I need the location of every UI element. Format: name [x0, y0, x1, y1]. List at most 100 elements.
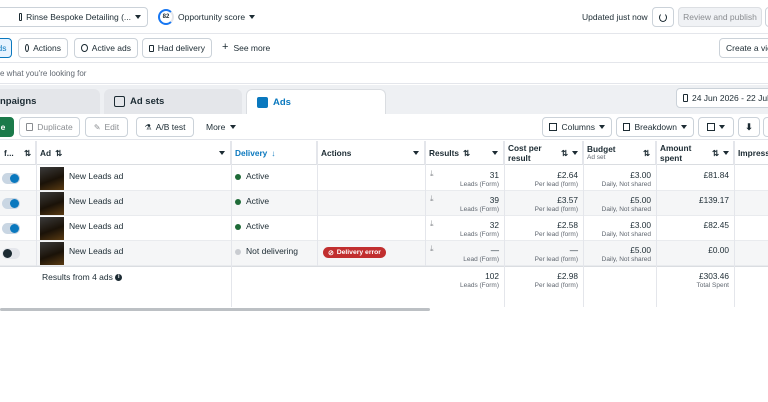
columns-icon	[549, 123, 558, 131]
ads-filter-chip[interactable]: ds	[0, 38, 12, 58]
tab-ad-sets-label: Ad sets	[130, 96, 165, 107]
ad-name[interactable]: New Leads ad	[69, 196, 123, 206]
download-icon[interactable]: ⤓	[430, 244, 434, 254]
delivery-toggle[interactable]	[2, 173, 20, 184]
delivery-toggle[interactable]	[2, 248, 20, 259]
header-off-on[interactable]: f... ⇅	[0, 141, 36, 165]
ab-test-button[interactable]: ⚗ A/B test	[136, 117, 194, 137]
create-view-button[interactable]: Create a vie	[719, 38, 768, 58]
search-placeholder[interactable]: e what you're looking for	[0, 69, 86, 78]
ad-sets-icon	[114, 96, 125, 107]
header-impressions[interactable]: Impressi	[734, 141, 768, 165]
ad-name[interactable]: New Leads ad	[69, 246, 123, 256]
review-publish-button[interactable]: Review and publish	[678, 7, 762, 27]
budget-cell: £3.00 Daily, Not shared	[583, 216, 656, 241]
chevron-down-icon[interactable]	[492, 151, 498, 155]
breakdown-button[interactable]: Breakdown	[616, 117, 694, 137]
horizontal-scrollbar[interactable]	[0, 308, 430, 311]
header-results[interactable]: Results ⇅	[425, 141, 504, 165]
updated-status: Updated just now	[582, 12, 648, 22]
chevron-down-icon[interactable]	[413, 151, 419, 155]
status-dot-icon	[235, 173, 241, 180]
header-ad[interactable]: Ad ⇅	[36, 141, 231, 165]
duplicate-button[interactable]: Duplicate	[19, 117, 80, 137]
account-selector[interactable]: Rinse Bespoke Detailing (...	[0, 7, 148, 27]
results-sub: Leads (Form)	[459, 231, 499, 238]
toggle-knob	[10, 174, 19, 183]
header-cost-per-result[interactable]: Cost per result ⇅	[504, 141, 583, 165]
header-actions[interactable]: Actions	[317, 141, 425, 165]
columns-button[interactable]: Columns	[542, 117, 612, 137]
table-row[interactable]: New Leads ad Active ⤓ 32 Leads (Form) £2…	[0, 216, 768, 241]
tab-ads[interactable]: Ads	[246, 89, 386, 114]
download-icon[interactable]: ⤓	[430, 194, 434, 204]
delivery-toggle[interactable]	[2, 198, 20, 209]
header-amount-label: Amount spent	[660, 142, 692, 163]
reports-button[interactable]	[698, 117, 734, 137]
sort-icon: ⇅	[712, 148, 719, 158]
header-delivery[interactable]: Delivery ↓	[231, 141, 317, 165]
summary-cost: £2.98 Per lead (form)	[504, 267, 583, 292]
duplicate-icon	[26, 123, 34, 131]
chevron-down-icon	[681, 125, 687, 129]
results-cell: ⤓ — Lead (Form)	[425, 241, 504, 266]
tab-campaigns[interactable]: npaigns	[0, 89, 100, 114]
see-more-button[interactable]: + See more	[222, 42, 270, 54]
opportunity-score[interactable]: 82 Opportunity score	[158, 8, 256, 26]
search-row[interactable]: e what you're looking for	[0, 64, 768, 84]
ad-name[interactable]: New Leads ad	[69, 221, 123, 231]
chevron-down-icon[interactable]	[723, 151, 729, 155]
active-ads-filter-button[interactable]: Active ads	[74, 38, 138, 58]
sort-icon: ⇅	[55, 147, 63, 158]
download-icon[interactable]: ⤓	[430, 219, 434, 229]
edit-label: Edit	[104, 122, 120, 132]
table-toolbar: e Duplicate ✎ Edit ⚗ A/B test More Colum…	[0, 114, 768, 140]
tab-ad-sets[interactable]: Ad sets	[104, 89, 242, 114]
info-icon: i	[115, 274, 123, 282]
ad-name[interactable]: New Leads ad	[69, 171, 123, 181]
table-row[interactable]: New Leads ad Not delivering ⊘ Delivery er…	[0, 241, 768, 266]
ad-thumbnail	[40, 242, 64, 265]
header-budget[interactable]: Budget Ad set ⇅	[583, 141, 656, 165]
results-cell: ⤓ 32 Leads (Form)	[425, 216, 504, 241]
overflow-button[interactable]	[763, 117, 768, 137]
actions-filter-button[interactable]: Actions	[18, 38, 68, 58]
chevron-down-icon[interactable]	[219, 151, 225, 155]
duplicate-label: Duplicate	[37, 122, 73, 132]
had-delivery-filter-button[interactable]: Had delivery	[142, 38, 212, 58]
toggle-knob	[3, 249, 12, 258]
col-divider	[583, 141, 584, 307]
chevron-down-icon[interactable]	[572, 151, 578, 155]
level-tabs: npaigns Ad sets Ads 24 Jun 2026 - 22 Jul	[0, 85, 768, 114]
summary-results: 102 Leads (Form)	[425, 267, 504, 292]
export-button[interactable]: ⬇	[738, 117, 760, 137]
reports-icon	[707, 123, 715, 131]
delivery-error-badge[interactable]: ⊘ Delivery error	[323, 247, 386, 258]
col-divider	[425, 141, 426, 266]
spent-value: £81.84	[703, 170, 729, 180]
delivery-toggle[interactable]	[2, 223, 20, 234]
header-ad-label: Ad	[40, 147, 52, 158]
cost-cell: £2.58 Per lead (form)	[504, 216, 583, 241]
more-dropdown[interactable]: More	[206, 122, 237, 132]
refresh-button[interactable]	[652, 7, 674, 27]
col-divider	[36, 141, 37, 266]
create-button[interactable]: e	[0, 117, 14, 137]
flask-icon: ⚗	[144, 122, 152, 132]
table-row[interactable]: New Leads ad Active ⤓ 31 Leads (Form) £2…	[0, 166, 768, 191]
header-amount-spent[interactable]: Amount spent ⇅	[656, 141, 734, 165]
actions-icon	[25, 44, 30, 52]
table-row[interactable]: New Leads ad Active ⤓ 39 Leads (Form) £3…	[0, 191, 768, 216]
ad-thumbnail	[40, 192, 64, 215]
pencil-icon: ✎	[93, 122, 101, 132]
date-range-picker[interactable]: 24 Jun 2026 - 22 Jul	[676, 88, 768, 108]
account-icon	[19, 13, 23, 21]
download-icon[interactable]: ⤓	[430, 169, 434, 179]
cost-sub: Per lead (form)	[534, 181, 578, 188]
top-bar: Rinse Bespoke Detailing (... 82 Opportun…	[0, 0, 768, 34]
tab-campaigns-label: npaigns	[0, 96, 37, 107]
summary-label-text: Results from 4 ads	[42, 272, 113, 282]
spent-value: £82.45	[703, 220, 729, 230]
delivery-status: Not delivering	[235, 246, 298, 256]
edit-button[interactable]: ✎ Edit	[85, 117, 128, 137]
